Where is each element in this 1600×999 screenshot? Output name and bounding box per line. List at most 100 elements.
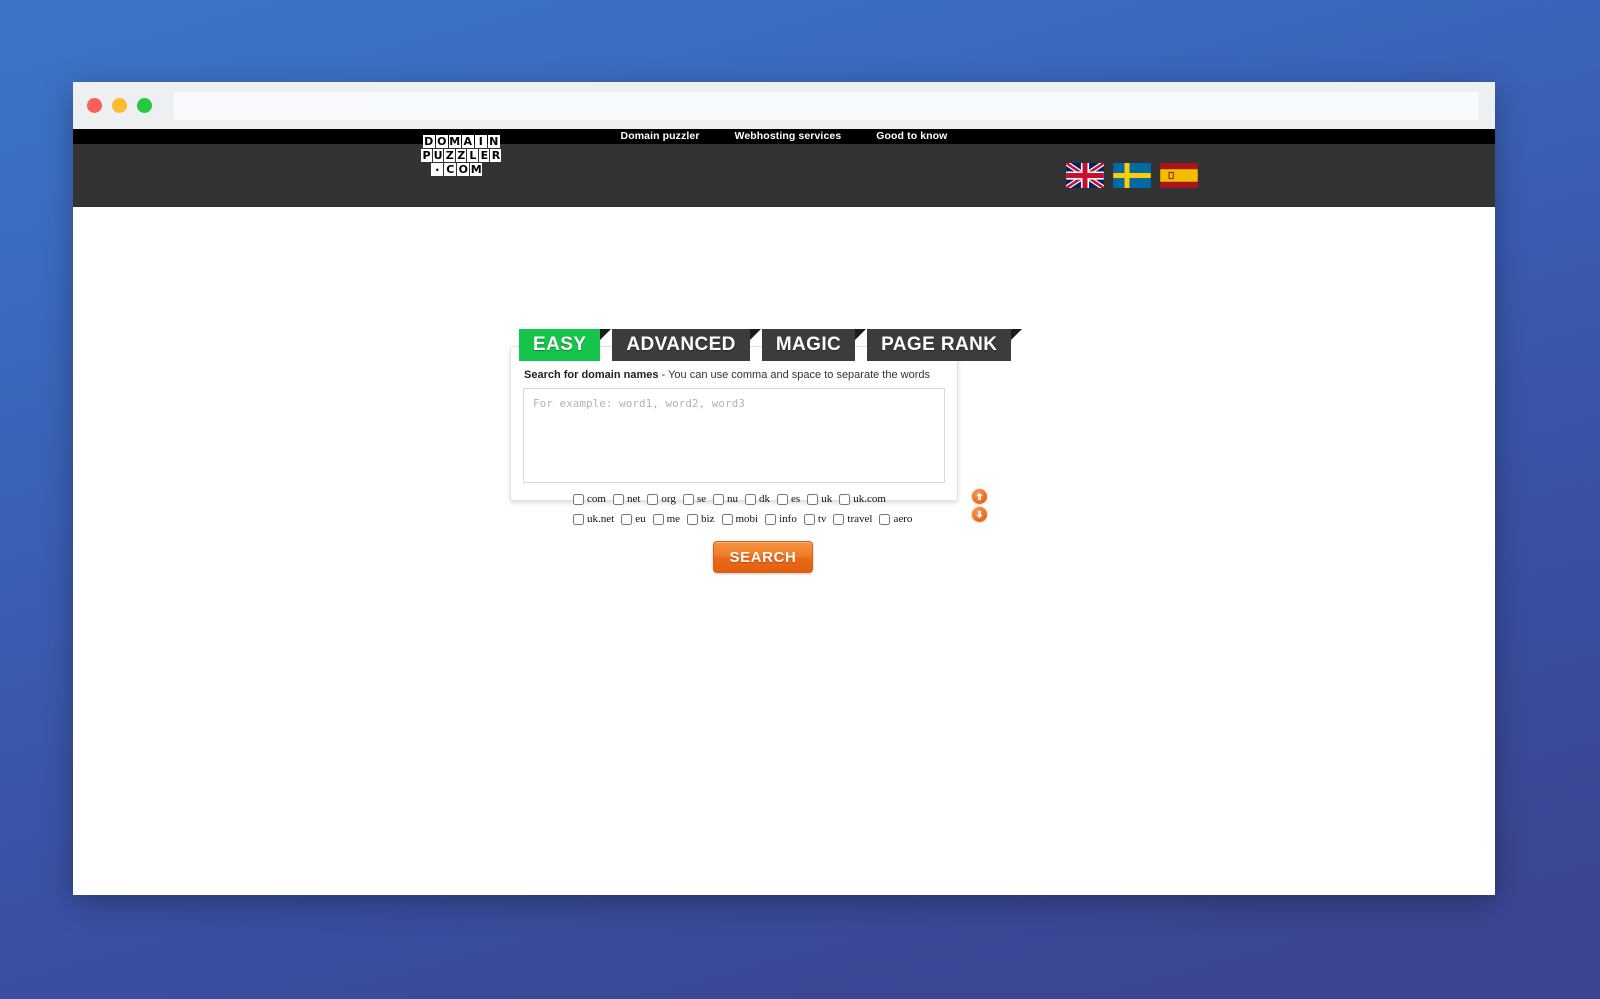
search-button[interactable]: SEARCH bbox=[713, 541, 813, 573]
tld-checkbox-travel[interactable] bbox=[833, 513, 845, 525]
tld-label-me[interactable]: me bbox=[667, 513, 680, 525]
site-logo[interactable]: D O M A I N P U Z Z L E R . C O M bbox=[420, 135, 502, 177]
tld-label-travel[interactable]: travel bbox=[847, 513, 872, 525]
tld-label-uk-com[interactable]: uk.com bbox=[853, 493, 886, 505]
tld-label-nu[interactable]: nu bbox=[727, 493, 738, 505]
tld-option-com[interactable]: com bbox=[573, 493, 606, 505]
tld-label-es[interactable]: es bbox=[791, 493, 800, 505]
logo-line-1: D O M A I N bbox=[421, 135, 501, 148]
search-input[interactable] bbox=[523, 388, 945, 484]
nav-item-webhosting-services[interactable]: Webhosting services bbox=[735, 131, 842, 142]
tld-option-nu[interactable]: nu bbox=[713, 493, 738, 505]
tld-checkbox-info[interactable] bbox=[765, 513, 777, 525]
tld-option-aero[interactable]: aero bbox=[879, 513, 912, 525]
tab-fold-icon bbox=[1011, 329, 1023, 340]
tab-advanced-label: ADVANCED bbox=[626, 334, 736, 355]
tab-easy-label: EASY bbox=[533, 334, 587, 355]
tld-label-uk[interactable]: uk bbox=[821, 493, 832, 505]
tld-option-uk-com[interactable]: uk.com bbox=[839, 493, 886, 505]
tld-label-uk-net[interactable]: uk.net bbox=[587, 513, 614, 525]
tld-checkbox-org[interactable] bbox=[647, 493, 659, 505]
tld-checkbox-uk-com[interactable] bbox=[839, 493, 851, 505]
tab-easy[interactable]: EASY bbox=[519, 329, 612, 361]
tld-option-tv[interactable]: tv bbox=[803, 513, 827, 525]
logo-tile: M bbox=[470, 163, 482, 176]
scroll-down-icon[interactable] bbox=[972, 507, 987, 522]
logo-tile: C bbox=[444, 163, 456, 176]
logo-tile: N bbox=[487, 135, 500, 148]
tld-checkbox-es[interactable] bbox=[777, 493, 789, 505]
logo-tile: A bbox=[461, 135, 474, 148]
tld-checkbox-se[interactable] bbox=[682, 493, 694, 505]
tld-checkbox-group: com net org se nu dk es uk uk.com uk.net… bbox=[573, 489, 918, 529]
tld-checkbox-uk-net[interactable] bbox=[573, 513, 584, 525]
tab-magic[interactable]: MAGIC bbox=[761, 329, 867, 361]
tld-checkbox-me[interactable] bbox=[652, 513, 664, 525]
tld-checkbox-biz[interactable] bbox=[687, 513, 699, 525]
tld-option-travel[interactable]: travel bbox=[833, 513, 872, 525]
tld-option-mobi[interactable]: mobi bbox=[721, 513, 759, 525]
tld-label-se[interactable]: se bbox=[697, 493, 706, 505]
tld-option-net[interactable]: net bbox=[612, 493, 640, 505]
flag-spain-icon[interactable] bbox=[1160, 163, 1198, 188]
tld-option-uk-net[interactable]: uk.net bbox=[573, 513, 614, 525]
language-selector bbox=[1066, 163, 1198, 188]
tld-option-dk[interactable]: dk bbox=[745, 493, 770, 505]
scroll-up-icon[interactable] bbox=[972, 489, 987, 504]
tab-fold-icon bbox=[855, 329, 867, 340]
tld-label-mobi[interactable]: mobi bbox=[736, 513, 759, 525]
tld-label-aero[interactable]: aero bbox=[893, 513, 912, 525]
close-window-button[interactable] bbox=[87, 98, 102, 113]
tld-checkbox-eu[interactable] bbox=[621, 513, 633, 525]
flag-uk-icon[interactable] bbox=[1066, 163, 1104, 188]
flag-sweden-icon[interactable] bbox=[1113, 163, 1151, 188]
tld-label-dk[interactable]: dk bbox=[759, 493, 770, 505]
nav-item-domain-puzzler[interactable]: Domain puzzler bbox=[621, 131, 700, 142]
top-navigation: Domain puzzler Webhosting services Good … bbox=[73, 129, 1495, 144]
page-body: Domain puzzler Webhosting services Good … bbox=[73, 129, 1495, 895]
tld-option-me[interactable]: me bbox=[652, 513, 680, 525]
tld-option-uk[interactable]: uk bbox=[807, 493, 832, 505]
tld-option-info[interactable]: info bbox=[765, 513, 797, 525]
tld-option-eu[interactable]: eu bbox=[621, 513, 646, 525]
tab-advanced[interactable]: ADVANCED bbox=[612, 329, 761, 361]
tld-option-se[interactable]: se bbox=[682, 493, 706, 505]
tld-checkbox-com[interactable] bbox=[573, 493, 584, 505]
tld-checkbox-nu[interactable] bbox=[713, 493, 725, 505]
tld-label-net[interactable]: net bbox=[627, 493, 640, 505]
logo-tile: P bbox=[420, 149, 432, 162]
window-controls bbox=[87, 98, 152, 113]
minimize-window-button[interactable] bbox=[112, 98, 127, 113]
tld-checkbox-tv[interactable] bbox=[803, 513, 815, 525]
search-instructions-hint: - You can use comma and space to separat… bbox=[658, 369, 930, 381]
logo-tile: E bbox=[478, 149, 490, 162]
tab-magic-label: MAGIC bbox=[775, 334, 842, 355]
tld-checkbox-net[interactable] bbox=[612, 493, 624, 505]
tld-label-com[interactable]: com bbox=[587, 493, 606, 505]
tld-label-eu[interactable]: eu bbox=[635, 513, 645, 525]
tld-checkbox-uk[interactable] bbox=[807, 493, 819, 505]
address-bar[interactable] bbox=[174, 91, 1479, 120]
logo-tile: L bbox=[467, 149, 478, 162]
logo-line-2: P U Z Z L E R bbox=[420, 149, 502, 162]
tld-row-2: uk.net eu me biz mobi info tv travel aer… bbox=[573, 509, 918, 529]
site-header: D O M A I N P U Z Z L E R . C O M bbox=[73, 135, 1495, 207]
tld-label-tv[interactable]: tv bbox=[818, 513, 827, 525]
tld-checkbox-mobi[interactable] bbox=[721, 513, 733, 525]
browser-window: Domain puzzler Webhosting services Good … bbox=[73, 82, 1495, 895]
tld-checkbox-dk[interactable] bbox=[745, 493, 757, 505]
tab-page-rank[interactable]: PAGE RANK bbox=[867, 329, 1023, 361]
tld-option-biz[interactable]: biz bbox=[687, 513, 715, 525]
maximize-window-button[interactable] bbox=[137, 98, 152, 113]
search-instructions: Search for domain names - You can use co… bbox=[524, 369, 945, 382]
tld-label-biz[interactable]: biz bbox=[701, 513, 714, 525]
tld-option-es[interactable]: es bbox=[777, 493, 800, 505]
tld-row-1: com net org se nu dk es uk uk.com bbox=[573, 489, 918, 509]
logo-tile: D bbox=[422, 135, 435, 148]
tld-label-info[interactable]: info bbox=[779, 513, 797, 525]
tld-label-org[interactable]: org bbox=[661, 493, 675, 505]
tld-checkbox-aero[interactable] bbox=[879, 513, 891, 525]
tld-option-org[interactable]: org bbox=[647, 493, 676, 505]
nav-item-good-to-know[interactable]: Good to know bbox=[876, 131, 947, 142]
logo-tile: O bbox=[435, 135, 448, 148]
